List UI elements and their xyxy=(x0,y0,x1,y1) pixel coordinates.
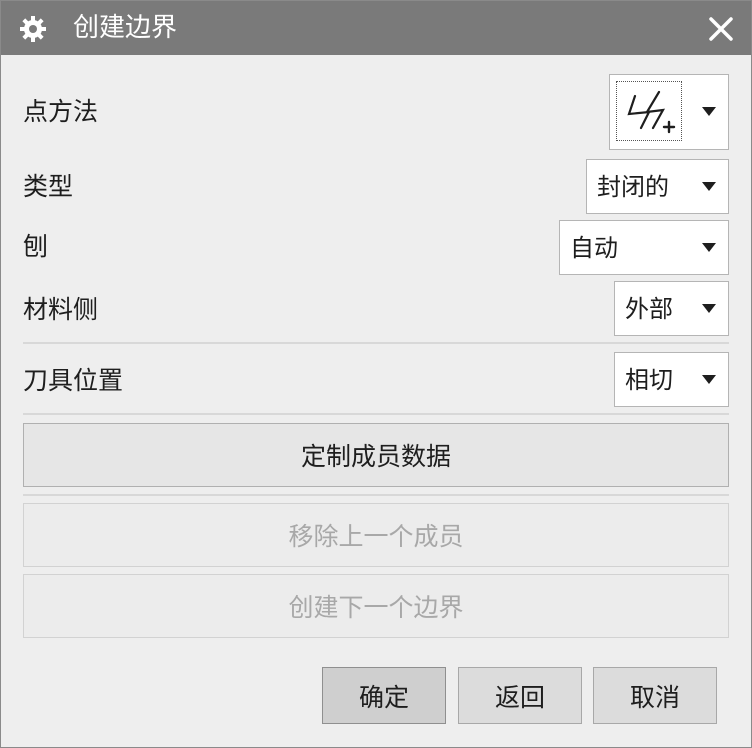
type-label: 类型 xyxy=(23,172,74,201)
type-value: 封闭的 xyxy=(597,172,669,201)
section-divider xyxy=(23,413,729,415)
close-icon[interactable] xyxy=(705,13,737,45)
gear-icon xyxy=(20,16,46,42)
chevron-down-icon xyxy=(702,303,716,313)
back-button[interactable]: 返回 xyxy=(458,667,582,724)
ok-button[interactable]: 确定 xyxy=(322,667,446,724)
tool-position-label: 刀具位置 xyxy=(23,366,124,395)
chevron-down-icon xyxy=(702,107,716,116)
material-side-dropdown[interactable]: 外部 xyxy=(614,281,729,336)
chevron-down-icon xyxy=(702,374,716,384)
material-side-label: 材料侧 xyxy=(23,295,99,324)
section-divider xyxy=(23,494,729,496)
point-method-dropdown[interactable] xyxy=(609,74,729,150)
chevron-down-icon xyxy=(702,242,716,252)
plane-label: 刨 xyxy=(23,232,49,261)
create-next-boundary-button[interactable]: 创建下一个边界 xyxy=(23,574,729,638)
tool-position-value: 相切 xyxy=(625,365,673,394)
custom-member-data-button[interactable]: 定制成员数据 xyxy=(23,423,729,487)
remove-last-member-button[interactable]: 移除上一个成员 xyxy=(23,503,729,567)
chevron-down-icon xyxy=(702,181,716,191)
point-constructor-icon xyxy=(616,81,682,141)
tool-position-dropdown[interactable]: 相切 xyxy=(614,352,729,407)
plane-dropdown[interactable]: 自动 xyxy=(559,220,729,275)
type-dropdown[interactable]: 封闭的 xyxy=(586,159,729,214)
plane-value: 自动 xyxy=(570,233,618,262)
window-title: 创建边界 xyxy=(73,13,178,43)
create-boundary-dialog: 创建边界 点方法 类型 封闭的 刨 自动 材料侧 外部 刀具位置 相切 定制成员… xyxy=(0,0,752,748)
point-method-label: 点方法 xyxy=(23,97,99,126)
cancel-button[interactable]: 取消 xyxy=(593,667,717,724)
section-divider xyxy=(23,342,729,344)
material-side-value: 外部 xyxy=(625,294,673,323)
title-bar[interactable]: 创建边界 xyxy=(1,1,751,55)
